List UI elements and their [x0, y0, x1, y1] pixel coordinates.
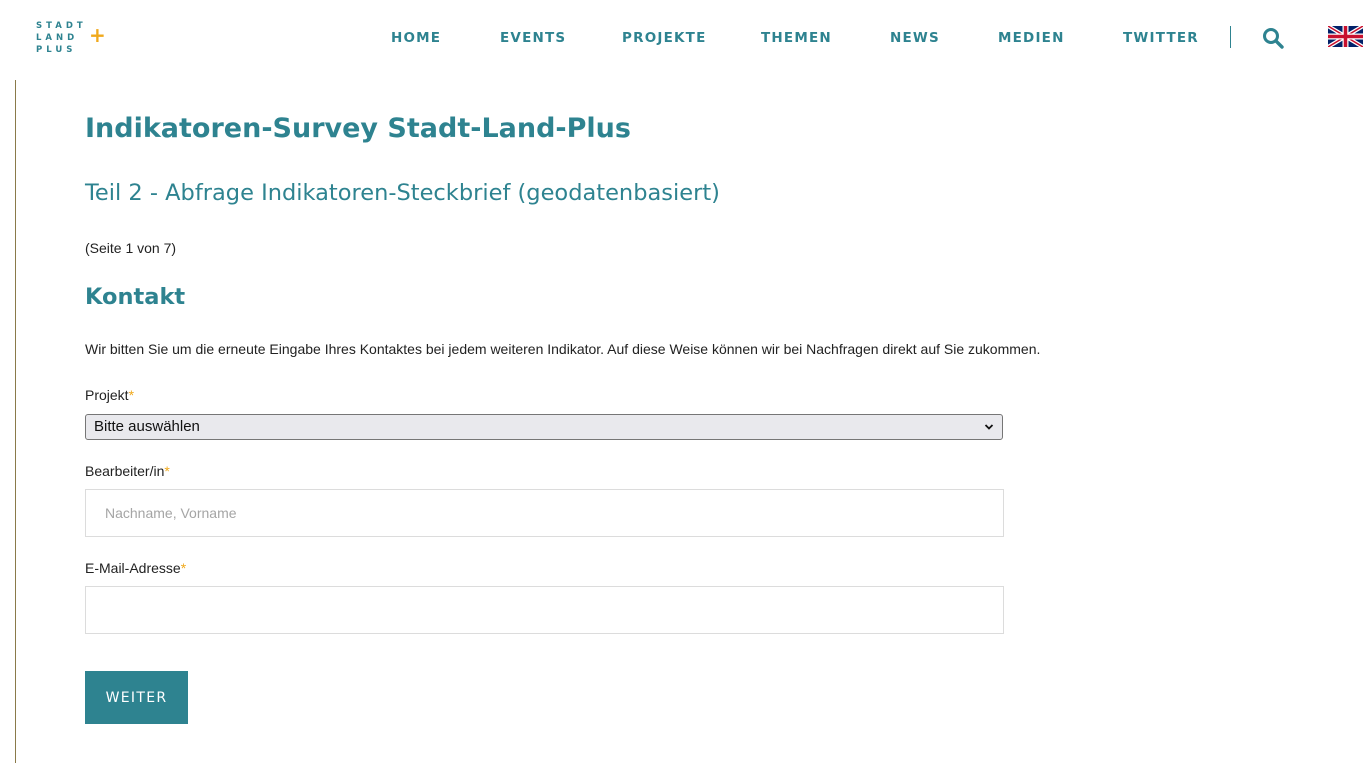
intro-text: Wir bitten Sie um die erneute Eingabe Ih… — [85, 341, 1041, 357]
section-title-kontakt: Kontakt — [85, 284, 186, 310]
page-title: Indikatoren-Survey Stadt-Land-Plus — [85, 113, 631, 144]
site-logo[interactable]: STADT LAND PLUS + — [36, 20, 106, 56]
bearbeiter-input[interactable] — [85, 489, 1004, 537]
left-border-line — [15, 80, 16, 763]
logo-line-land: LAND — [36, 33, 79, 43]
nav-themen[interactable]: THEMEN — [761, 30, 832, 46]
logo-line-stadt: STADT — [36, 21, 87, 31]
bearbeiter-label-text: Bearbeiter/in — [85, 463, 165, 479]
required-mark: * — [180, 560, 187, 576]
nav-divider — [1230, 26, 1231, 48]
projekt-select-value: Bitte auswählen — [94, 418, 200, 435]
nav-medien[interactable]: MEDIEN — [998, 30, 1065, 46]
weiter-button[interactable]: WEITER — [85, 671, 188, 724]
email-input[interactable] — [85, 586, 1004, 634]
projekt-label-text: Projekt — [85, 387, 129, 403]
nav-twitter[interactable]: TWITTER — [1123, 30, 1199, 46]
nav-projekte[interactable]: PROJEKTE — [622, 30, 707, 46]
nav-news[interactable]: NEWS — [890, 30, 940, 46]
uk-flag-icon[interactable] — [1328, 26, 1363, 47]
email-label-text: E-Mail-Adresse — [85, 560, 181, 576]
chevron-down-icon — [984, 424, 994, 430]
required-mark: * — [164, 463, 170, 479]
logo-line-plus: PLUS — [36, 45, 77, 55]
logo-plus-mark: + — [89, 23, 106, 47]
page-indicator: (Seite 1 von 7) — [85, 240, 177, 256]
projekt-select[interactable]: Bitte auswählen — [85, 414, 1003, 440]
site-header: STADT LAND PLUS + HOME EVENTS PROJEKTE T… — [0, 0, 1363, 78]
bearbeiter-label: Bearbeiter/in* — [85, 463, 170, 479]
nav-events[interactable]: EVENTS — [500, 30, 566, 46]
required-mark: * — [128, 387, 135, 403]
email-label: E-Mail-Adresse* — [85, 560, 186, 576]
page-subtitle: Teil 2 - Abfrage Indikatoren-Steckbrief … — [85, 180, 720, 206]
search-icon[interactable] — [1262, 27, 1284, 49]
projekt-label: Projekt* — [85, 387, 134, 403]
nav-home[interactable]: HOME — [391, 30, 441, 46]
